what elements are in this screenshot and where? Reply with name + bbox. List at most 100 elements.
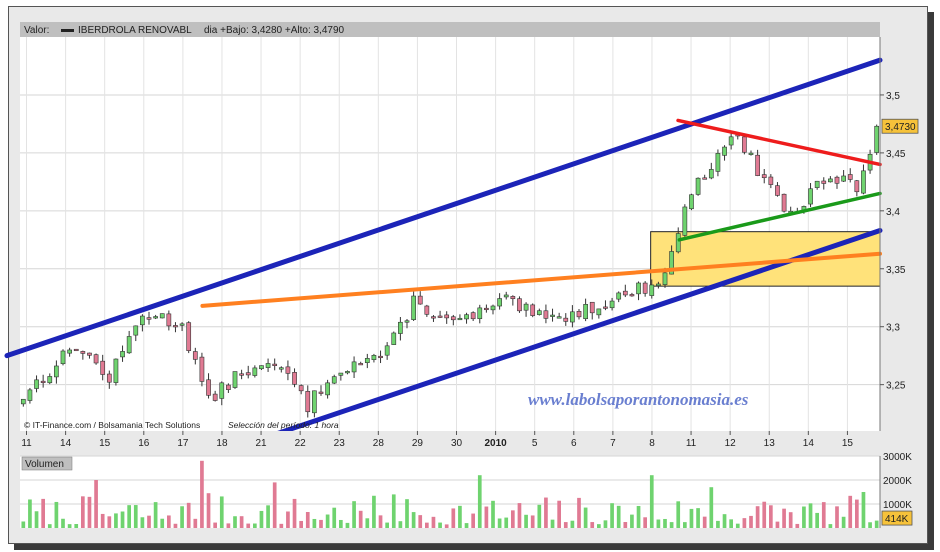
candle bbox=[73, 348, 79, 352]
volume-bar bbox=[702, 516, 707, 528]
last-price-badge: 3,4730 bbox=[881, 118, 919, 134]
volume-bar bbox=[405, 499, 409, 528]
volume-bar bbox=[656, 519, 661, 528]
volume-tick-label: 3000K bbox=[883, 452, 912, 463]
volume-bar bbox=[643, 517, 647, 528]
volume-bar bbox=[511, 510, 515, 528]
volume-bar bbox=[696, 508, 700, 528]
candle-body bbox=[159, 313, 165, 319]
candle-body bbox=[834, 176, 840, 184]
volume-bar bbox=[649, 475, 654, 528]
volume-bar bbox=[319, 519, 323, 528]
x-tick-label: 15 bbox=[99, 438, 111, 449]
x-tick-label: 8 bbox=[649, 438, 655, 449]
volume-bar bbox=[67, 524, 72, 528]
volume-bar bbox=[663, 518, 667, 528]
candle-body bbox=[861, 170, 866, 194]
volume-bar bbox=[603, 520, 608, 528]
volume-bar bbox=[577, 497, 581, 528]
volume-bar bbox=[167, 515, 171, 528]
volume-bar bbox=[444, 524, 449, 528]
volume-bar bbox=[775, 521, 780, 528]
candle bbox=[186, 321, 192, 354]
volume-bar bbox=[180, 506, 184, 528]
volume-bar bbox=[34, 511, 39, 528]
candle-body bbox=[100, 360, 106, 375]
volume-bar bbox=[41, 498, 45, 528]
candle-body bbox=[199, 356, 205, 382]
volume-bar bbox=[173, 523, 178, 528]
x-tick-label: 7 bbox=[610, 438, 616, 449]
volume-bar bbox=[133, 505, 138, 528]
volume-bar bbox=[100, 513, 105, 528]
volume-bar bbox=[563, 522, 568, 528]
price-tick-label: 3,45 bbox=[886, 149, 906, 160]
candle-body bbox=[364, 358, 370, 363]
candle-body bbox=[828, 178, 833, 183]
volume-bar bbox=[61, 518, 65, 528]
candle bbox=[199, 352, 205, 387]
volume-bar bbox=[352, 501, 356, 528]
volume-bar bbox=[325, 514, 330, 528]
volume-bar bbox=[153, 502, 158, 528]
candle-body bbox=[748, 152, 754, 155]
candle-body bbox=[278, 367, 284, 370]
volume-y-axis: 1000K 2000K 3000K 414K bbox=[879, 452, 913, 528]
candle-body bbox=[847, 174, 853, 180]
candle-body bbox=[490, 305, 496, 311]
volume-bar bbox=[47, 524, 52, 528]
candle-body bbox=[338, 372, 344, 376]
volume-bar bbox=[94, 480, 98, 528]
candle-body bbox=[34, 379, 39, 389]
candle-body bbox=[695, 177, 701, 195]
candle-body bbox=[166, 313, 172, 327]
candle-body bbox=[503, 294, 509, 298]
candle-body bbox=[616, 292, 622, 300]
candle-body bbox=[589, 301, 595, 314]
volume-bar bbox=[147, 515, 151, 528]
candle-body bbox=[708, 169, 714, 179]
volume-bar bbox=[425, 522, 429, 528]
volume-bar bbox=[610, 503, 614, 528]
candle bbox=[874, 124, 880, 155]
x-tick-label: 2010 bbox=[484, 438, 507, 449]
candle-body bbox=[808, 188, 813, 205]
volume-bar bbox=[28, 499, 32, 528]
candle-body bbox=[682, 206, 688, 236]
candle bbox=[530, 303, 536, 318]
candle-body bbox=[431, 316, 436, 319]
volume-bar bbox=[762, 501, 767, 528]
volume-bar bbox=[491, 500, 495, 528]
candle-body bbox=[404, 320, 410, 323]
candle-body bbox=[662, 272, 668, 285]
candle-body bbox=[87, 352, 92, 356]
volume-bar bbox=[74, 524, 79, 528]
candle-body bbox=[206, 379, 211, 396]
candle-body bbox=[259, 365, 264, 370]
volume-bar bbox=[206, 493, 211, 528]
candle-body bbox=[173, 325, 178, 328]
candle-body bbox=[484, 307, 489, 311]
volume-bar bbox=[127, 505, 131, 528]
volume-bar bbox=[431, 516, 436, 528]
volume-bar bbox=[464, 523, 469, 528]
volume-bar bbox=[597, 524, 601, 528]
volume-bar bbox=[292, 498, 297, 528]
volume-bar bbox=[583, 507, 588, 528]
watermark: www.labolsaporantonomasia.es bbox=[528, 390, 749, 409]
candle-body bbox=[73, 348, 79, 352]
candle-body bbox=[556, 316, 562, 319]
volume-bar bbox=[385, 522, 389, 528]
candle-body bbox=[345, 371, 350, 374]
period-text: Selección del período: 1 hora bbox=[228, 420, 339, 430]
volume-bar bbox=[398, 521, 403, 528]
candle-body bbox=[854, 180, 860, 193]
candle-body bbox=[583, 304, 588, 320]
candle-body bbox=[656, 283, 661, 286]
volume-last-label: 414K bbox=[885, 514, 909, 525]
volume-bar bbox=[477, 475, 482, 528]
volume-bar bbox=[808, 503, 813, 528]
candle-body bbox=[464, 314, 469, 320]
candle-body bbox=[298, 385, 304, 392]
candle-body bbox=[530, 304, 536, 316]
